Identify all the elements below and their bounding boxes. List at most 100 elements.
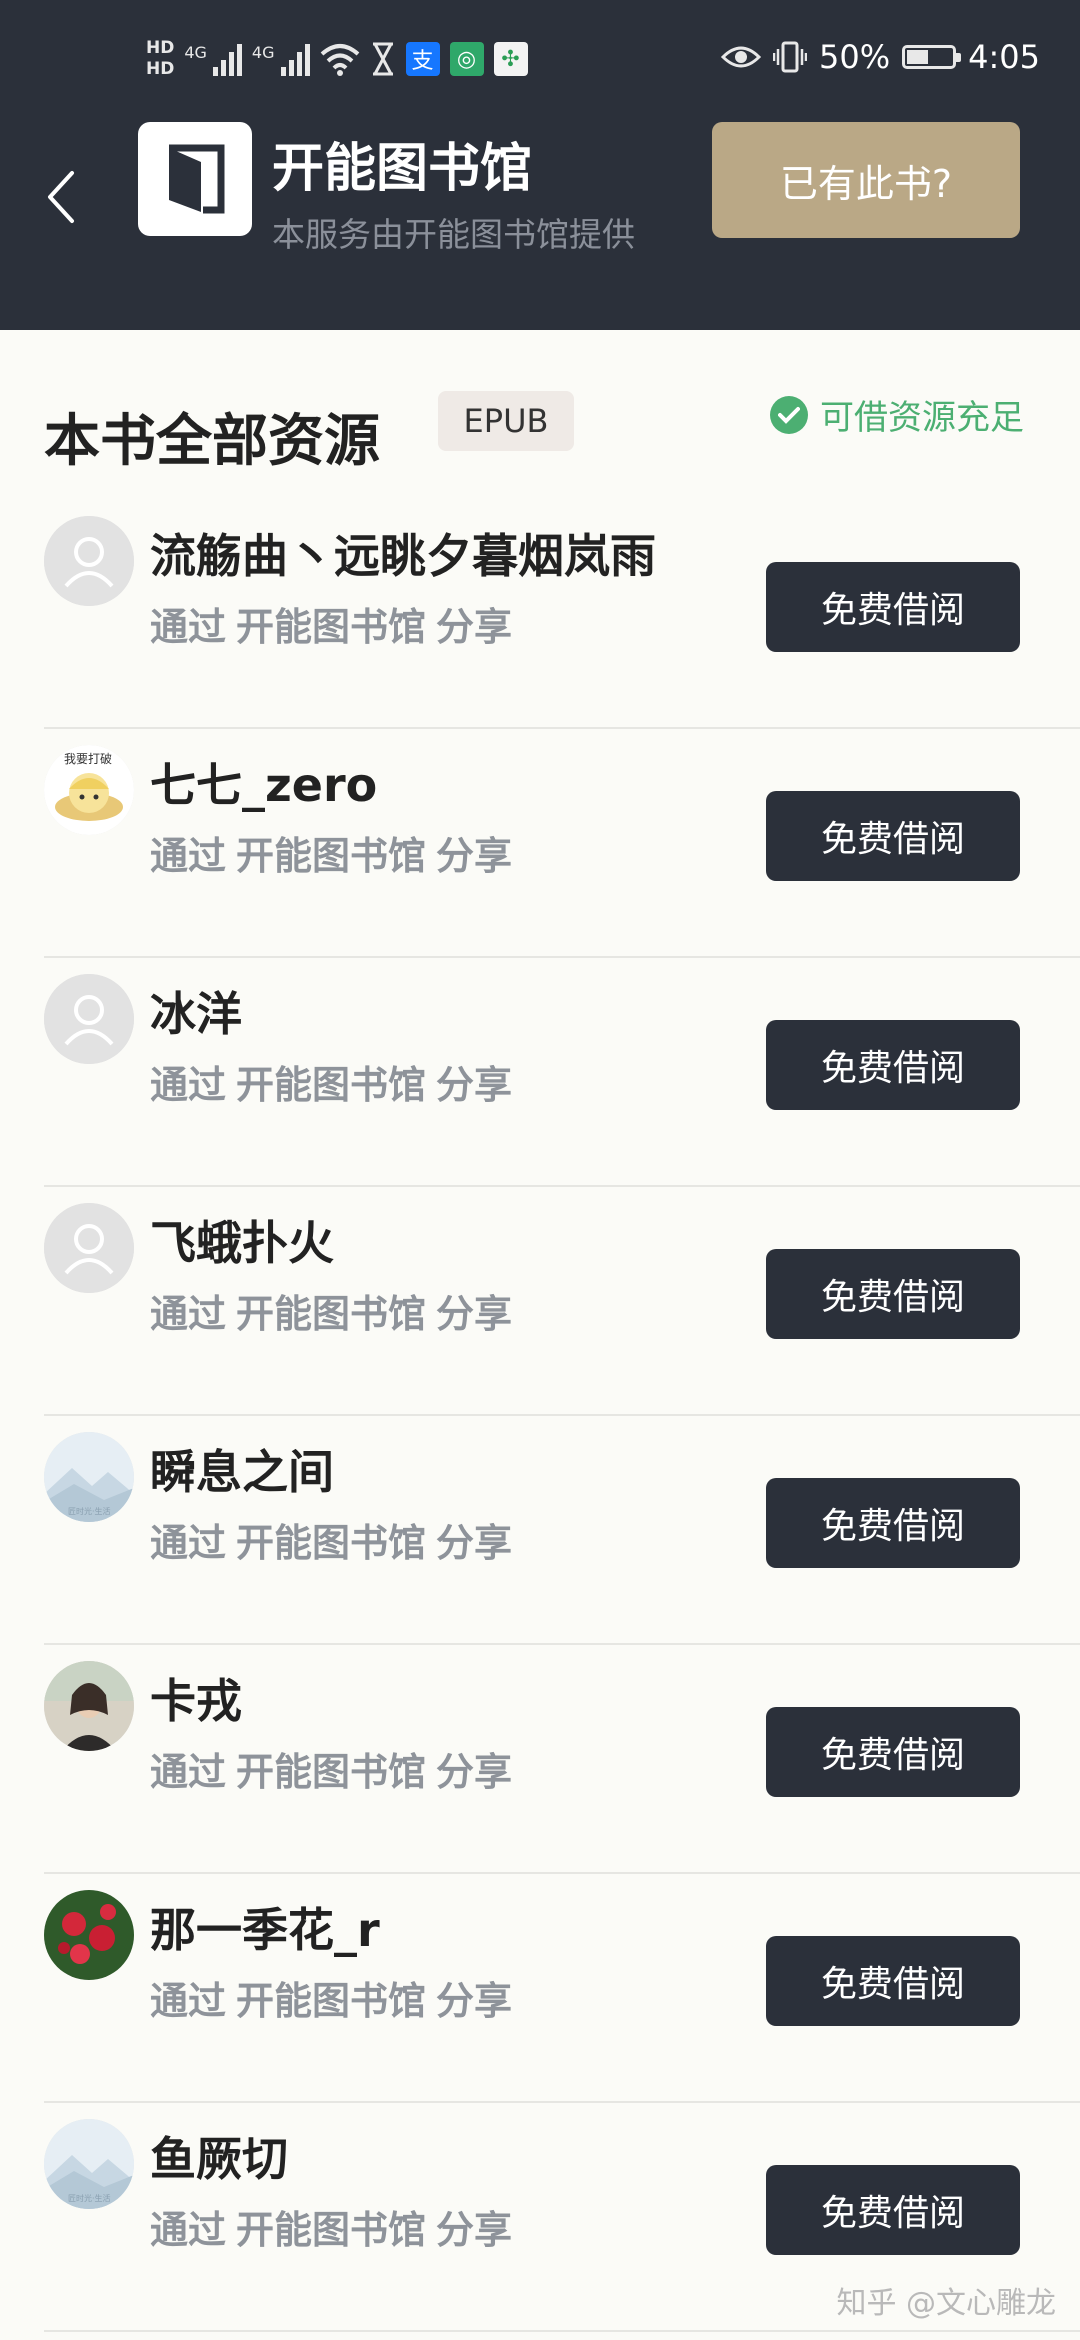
sharer-name: 飞蛾扑火 bbox=[150, 1216, 334, 1270]
check-circle-icon bbox=[770, 395, 808, 434]
via-label: 通过 bbox=[150, 1521, 227, 1565]
via-label: 通过 bbox=[150, 1750, 227, 1794]
status-right: 50% 4:05 bbox=[721, 32, 1040, 82]
sharer-name: 七七_zero bbox=[150, 758, 378, 812]
share-source: 通过 开能图书馆 分享 bbox=[150, 2199, 522, 2254]
hourglass-icon bbox=[372, 42, 393, 76]
avatar bbox=[44, 516, 134, 606]
battery-level bbox=[907, 50, 929, 64]
share-source: 通过 开能图书馆 分享 bbox=[150, 1054, 522, 1109]
chevron-left-icon bbox=[48, 171, 74, 223]
sharer-name: 流觞曲丶远眺夕暮烟岚雨 bbox=[150, 529, 656, 583]
china-mobile-icon: ✣ bbox=[493, 42, 528, 76]
library-logo bbox=[138, 122, 252, 236]
avatar bbox=[44, 1661, 134, 1751]
borrow-button[interactable]: 免费借阅 bbox=[766, 1707, 1020, 1797]
signal-icon bbox=[280, 42, 310, 76]
divider bbox=[44, 2330, 1080, 2332]
via-label: 通过 bbox=[150, 1063, 227, 1107]
section-title: 本书全部资源 bbox=[44, 409, 380, 474]
sharer-name: 冰洋 bbox=[150, 987, 242, 1041]
sharer-name: 那一季花_r bbox=[150, 1903, 380, 1957]
alipay-icon: 支 bbox=[405, 42, 440, 76]
share-label: 分享 bbox=[436, 605, 513, 649]
share-source: 通过 开能图书馆 分享 bbox=[150, 825, 522, 880]
borrow-button[interactable]: 免费借阅 bbox=[766, 1936, 1020, 2026]
sharer-name: 鱼厥切 bbox=[150, 2132, 288, 2186]
library-label: 开能图书馆 bbox=[236, 1292, 427, 1336]
back-button[interactable] bbox=[36, 152, 86, 242]
svg-text:匠时光·生活: 匠时光·生活 bbox=[68, 2193, 111, 2203]
availability-label: 可借资源充足 bbox=[820, 398, 1024, 438]
resource-item: 冰洋通过 开能图书馆 分享 免费借阅 bbox=[0, 958, 1080, 1187]
avatar bbox=[44, 1203, 134, 1293]
avatar bbox=[44, 1890, 134, 1980]
resource-item: 流觞曲丶远眺夕暮烟岚雨 通过 开能图书馆 分享 免费借阅 bbox=[0, 500, 1080, 729]
resource-item: 那一季花_r 通过 开能图书馆 分享 免费借阅 bbox=[0, 1874, 1080, 2103]
via-label: 通过 bbox=[150, 2208, 227, 2252]
avatar bbox=[44, 974, 134, 1064]
via-label: 通过 bbox=[150, 1292, 227, 1336]
borrow-button[interactable]: 免费借阅 bbox=[766, 1249, 1020, 1339]
network1-label: 4G bbox=[184, 42, 207, 62]
network2-label: 4G bbox=[251, 42, 275, 62]
format-badge: EPUB bbox=[438, 391, 574, 451]
hd1-label: HD bbox=[146, 38, 175, 58]
svg-text:匠时光·生活: 匠时光·生活 bbox=[68, 1506, 111, 1516]
borrow-button[interactable]: 免费借阅 bbox=[766, 1020, 1020, 1110]
resource-list: 流觞曲丶远眺夕暮烟岚雨 通过 开能图书馆 分享 免费借阅 我要打破 七七_zero 通过 开能图… bbox=[0, 500, 1080, 2332]
avatar: 匠时光·生活 bbox=[44, 1432, 134, 1522]
vibrate-icon bbox=[773, 41, 808, 73]
borrow-button[interactable]: 免费借阅 bbox=[766, 791, 1020, 881]
watermark: 知乎 @文心雕龙 bbox=[836, 2286, 1056, 2321]
share-label: 分享 bbox=[436, 1750, 513, 1794]
wifi-icon bbox=[320, 44, 359, 76]
app-icon: ◎ bbox=[449, 42, 484, 76]
share-label: 分享 bbox=[436, 1063, 513, 1107]
share-source: 通过 开能图书馆 分享 bbox=[150, 1741, 522, 1796]
share-source: 通过 开能图书馆 分享 bbox=[150, 1512, 522, 1567]
library-label: 开能图书馆 bbox=[236, 1521, 427, 1565]
share-label: 分享 bbox=[436, 834, 513, 878]
have-book-button[interactable]: 已有此书? bbox=[712, 122, 1020, 238]
share-label: 分享 bbox=[436, 2208, 513, 2252]
door-logo-icon bbox=[169, 144, 225, 214]
share-source: 通过 开能图书馆 分享 bbox=[150, 1970, 522, 2025]
share-source: 通过 开能图书馆 分享 bbox=[150, 1283, 522, 1338]
library-label: 开能图书馆 bbox=[236, 605, 427, 649]
borrow-button[interactable]: 免费借阅 bbox=[766, 562, 1020, 652]
avatar: 我要打破 bbox=[44, 745, 134, 835]
hd-indicator: HD HD bbox=[146, 38, 174, 80]
via-label: 通过 bbox=[150, 834, 227, 878]
via-label: 通过 bbox=[150, 605, 227, 649]
status-bar: HD HD 4G 4G 支 ◎ ✣ 50% 4:05 bbox=[0, 0, 1080, 108]
resource-item: 卡戎通过 开能图书馆 分享 免费借阅 bbox=[0, 1645, 1080, 1874]
library-label: 开能图书馆 bbox=[236, 834, 427, 878]
sharer-name: 瞬息之间 bbox=[150, 1445, 334, 1499]
clock: 4:05 bbox=[968, 38, 1040, 76]
resource-item: 匠时光·生活 瞬息之间通过 开能图书馆 分享 免费借阅 bbox=[0, 1416, 1080, 1645]
via-label: 通过 bbox=[150, 1979, 227, 2023]
share-source: 通过 开能图书馆 分享 bbox=[150, 596, 522, 651]
avatar: 匠时光·生活 bbox=[44, 2119, 134, 2209]
library-label: 开能图书馆 bbox=[236, 2208, 427, 2252]
svg-text:我要打破: 我要打破 bbox=[64, 751, 112, 766]
borrow-button[interactable]: 免费借阅 bbox=[766, 2165, 1020, 2255]
resource-item: 飞蛾扑火通过 开能图书馆 分享 免费借阅 bbox=[0, 1187, 1080, 1416]
resource-item: 我要打破 七七_zero 通过 开能图书馆 分享 免费借阅 bbox=[0, 729, 1080, 958]
share-label: 分享 bbox=[436, 1521, 513, 1565]
library-label: 开能图书馆 bbox=[236, 1063, 427, 1107]
share-label: 分享 bbox=[436, 1292, 513, 1336]
library-name: 开能图书馆 bbox=[272, 139, 533, 199]
availability-status: 可借资源充足 bbox=[770, 390, 1024, 439]
library-header: 开能图书馆 本服务由开能图书馆提供 已有此书? bbox=[0, 108, 1080, 330]
hd2-label: HD bbox=[146, 59, 175, 79]
battery-percent: 50% bbox=[819, 38, 891, 76]
library-subtitle: 本服务由开能图书馆提供 bbox=[272, 215, 635, 254]
sharer-name: 卡戎 bbox=[150, 1674, 242, 1728]
library-label: 开能图书馆 bbox=[236, 1979, 427, 2023]
share-label: 分享 bbox=[436, 1979, 513, 2023]
battery-icon bbox=[902, 45, 962, 69]
status-left: HD HD 4G 4G 支 ◎ ✣ bbox=[146, 34, 528, 84]
borrow-button[interactable]: 免费借阅 bbox=[766, 1478, 1020, 1568]
